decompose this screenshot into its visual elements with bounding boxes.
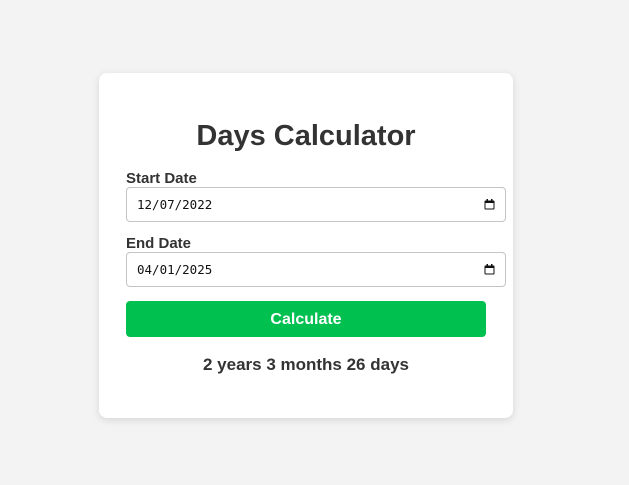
- end-date-input[interactable]: 04/01/2025: [126, 252, 506, 287]
- end-date-value[interactable]: 04/01/2025: [137, 262, 212, 278]
- end-date-label: End Date: [126, 235, 192, 252]
- page-title: Days Calculator: [196, 120, 416, 152]
- calculate-button[interactable]: Calculate: [126, 301, 486, 337]
- start-date-value[interactable]: 12/07/2022: [137, 197, 212, 213]
- calculator-card: Days Calculator Start Date 12/07/2022 En…: [99, 73, 513, 418]
- start-date-label: Start Date: [126, 170, 197, 187]
- result-text: 2 years 3 months 26 days: [202, 355, 409, 374]
- start-date-input[interactable]: 12/07/2022: [126, 187, 506, 222]
- calendar-icon[interactable]: [484, 264, 495, 275]
- calendar-icon[interactable]: [484, 199, 495, 210]
